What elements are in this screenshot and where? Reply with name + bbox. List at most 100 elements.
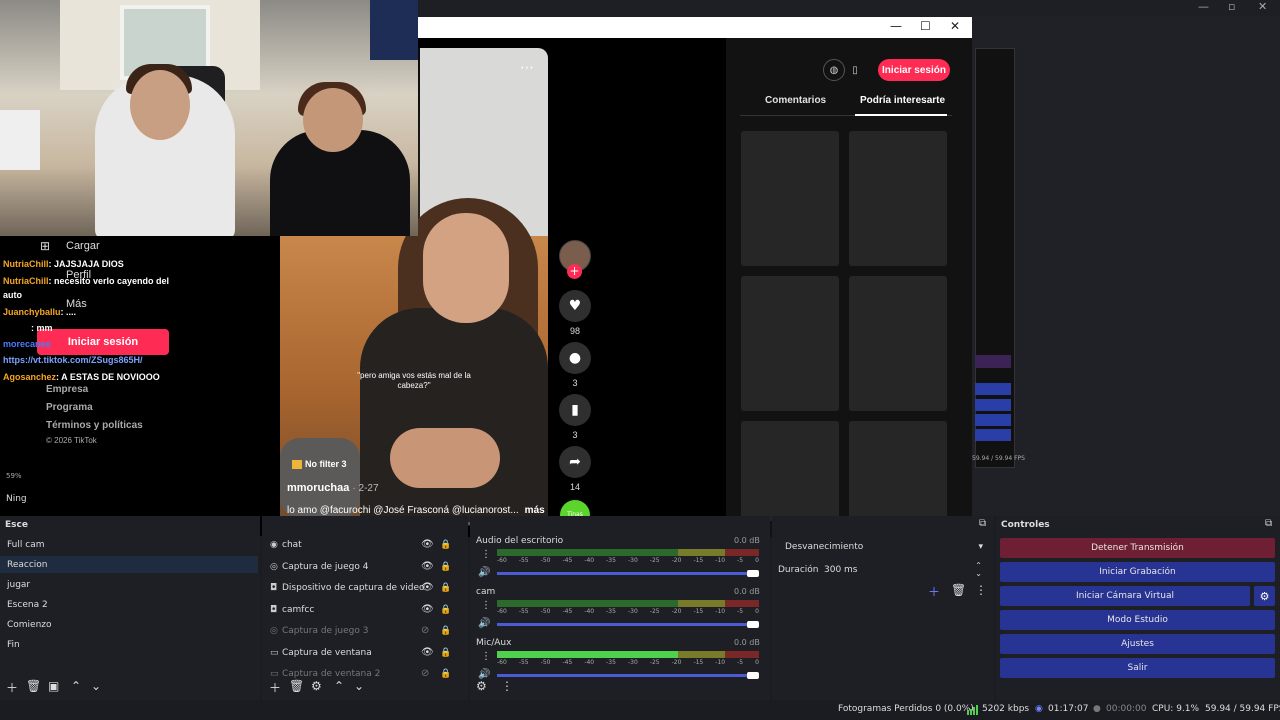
source-item[interactable]: Captura de juego 3 xyxy=(282,626,368,636)
header-login-button[interactable]: Iniciar sesión xyxy=(878,59,950,81)
footer-link-company[interactable]: Empresa xyxy=(46,384,88,395)
control-button[interactable]: Detener Transmisión xyxy=(1000,538,1275,558)
volume-slider-knob[interactable] xyxy=(747,672,759,679)
move-down-icon[interactable]: ⌄ xyxy=(91,679,101,693)
browser-maximize-button[interactable]: ☐ xyxy=(920,19,931,33)
scene-item[interactable]: Escena 2 xyxy=(7,600,48,610)
suggested-video-tile[interactable] xyxy=(849,131,947,266)
lock-icon[interactable]: 🔒 xyxy=(440,562,451,572)
browser-close-button[interactable]: ✕ xyxy=(950,19,960,33)
visibility-eye-icon[interactable]: 👁 xyxy=(421,539,434,550)
control-button[interactable]: Salir xyxy=(1000,658,1275,678)
scene-item[interactable]: jugar xyxy=(7,580,30,590)
visibility-eye-icon[interactable]: 👁 xyxy=(421,604,434,615)
volume-slider[interactable] xyxy=(497,672,759,679)
lock-icon[interactable]: 🔒 xyxy=(440,540,451,550)
source-settings-icon[interactable]: ⚙ xyxy=(311,679,322,693)
channel-menu-icon[interactable]: ⋮ xyxy=(481,600,491,611)
transition-menu-icon[interactable]: ⋮ xyxy=(975,583,987,597)
scene-item[interactable]: Fin xyxy=(7,640,20,650)
chat-username[interactable]: Juanchyballu xyxy=(3,307,61,317)
scene-item[interactable]: Full cam xyxy=(7,540,44,550)
hidden-eye-icon[interactable]: ⊘ xyxy=(421,625,429,636)
control-button[interactable]: Iniciar Cámara Virtual xyxy=(1000,586,1250,606)
share-button[interactable]: ➦ xyxy=(559,446,591,478)
undock-icon[interactable]: ⧉ xyxy=(1265,518,1272,529)
scene-item[interactable]: Comienzo xyxy=(7,620,52,630)
source-item[interactable]: Captura de ventana xyxy=(282,648,372,658)
chat-link[interactable]: https://vt.tiktok.com/ZSugs865H/ xyxy=(3,355,143,365)
channel-menu-icon[interactable]: ⋮ xyxy=(481,651,491,662)
volume-slider-knob[interactable] xyxy=(747,570,759,577)
comment-button[interactable]: ● xyxy=(559,342,591,374)
remove-transition-icon[interactable]: 🗑 xyxy=(951,583,966,597)
channel-menu-icon[interactable]: ⋮ xyxy=(481,549,491,560)
volume-slider[interactable] xyxy=(497,570,759,577)
remove-source-icon[interactable]: 🗑 xyxy=(289,679,304,693)
video-author[interactable]: mmoruchaa · 2-27 xyxy=(287,482,379,494)
control-button[interactable]: Modo Estudio xyxy=(1000,610,1275,630)
source-item[interactable]: Captura de ventana 2 xyxy=(282,669,380,679)
tab-comments[interactable]: Comentarios xyxy=(765,95,826,106)
obs-close-button[interactable]: ✕ xyxy=(1258,0,1267,13)
obs-minimize-button[interactable]: — xyxy=(1198,0,1209,13)
source-item[interactable]: camfcc xyxy=(282,605,314,615)
suggested-video-tile[interactable] xyxy=(849,421,947,521)
source-item[interactable]: Dispositivo de captura de video xyxy=(282,583,425,593)
effect-badge[interactable]: No filter 3 xyxy=(292,459,347,470)
more-link[interactable]: más xyxy=(525,505,545,516)
chat-username[interactable]: NutriaChill xyxy=(3,259,49,269)
coin-icon[interactable]: ◍ xyxy=(823,59,845,81)
video-menu-icon[interactable]: ⋯ xyxy=(520,60,534,76)
obs-maximize-button[interactable]: ▫ xyxy=(1228,0,1235,13)
suggested-video-tile[interactable] xyxy=(741,421,839,521)
lock-icon[interactable]: 🔒 xyxy=(440,669,451,679)
lock-icon[interactable]: 🔒 xyxy=(440,648,451,658)
advanced-audio-icon[interactable]: ⚙ xyxy=(476,679,487,693)
like-button[interactable]: ♥ xyxy=(559,290,591,322)
duration-input[interactable]: 300 ms ⌃ ⌄ xyxy=(818,561,988,580)
volume-slider-knob[interactable] xyxy=(747,621,759,628)
upload-icon[interactable]: ⊞ xyxy=(40,239,50,253)
follow-plus-icon[interactable]: + xyxy=(567,264,582,279)
stepper-icon[interactable]: ⌃ ⌄ xyxy=(975,562,982,578)
control-button[interactable]: Iniciar Grabación xyxy=(1000,562,1275,582)
remove-scene-icon[interactable]: 🗑 xyxy=(26,679,41,693)
visibility-eye-icon[interactable]: 👁 xyxy=(421,582,434,593)
mixer-menu-icon[interactable]: ⋮ xyxy=(501,679,513,693)
volume-slider[interactable] xyxy=(497,621,759,628)
phone-icon[interactable]: ▯ xyxy=(844,59,866,81)
chat-username[interactable]: NutriaChill xyxy=(3,276,49,286)
browser-minimize-button[interactable]: — xyxy=(890,19,902,33)
lock-icon[interactable]: 🔒 xyxy=(440,626,451,636)
transition-select[interactable]: Desvanecimiento ▾ xyxy=(778,538,989,557)
add-scene-icon[interactable]: ＋ xyxy=(6,679,18,696)
lock-icon[interactable]: 🔒 xyxy=(440,605,451,615)
suggested-video-tile[interactable] xyxy=(741,276,839,411)
save-button[interactable]: ▮ xyxy=(559,394,591,426)
chat-username[interactable]: Agosanchez xyxy=(3,372,56,382)
undock-icon[interactable]: ⧉ xyxy=(979,518,986,529)
menu-item-upload[interactable]: Cargar xyxy=(66,240,100,252)
add-transition-icon[interactable]: ＋ xyxy=(928,583,940,600)
footer-link-terms[interactable]: Términos y políticas xyxy=(46,420,143,431)
source-item[interactable]: Captura de juego 4 xyxy=(282,562,368,572)
suggested-video-tile[interactable] xyxy=(849,276,947,411)
scene-filters-icon[interactable]: ▣ xyxy=(48,679,59,693)
suggested-video-tile[interactable] xyxy=(741,131,839,266)
chat-username[interactable]: morecaneo xyxy=(3,339,51,349)
lock-icon[interactable]: 🔒 xyxy=(440,583,451,593)
hidden-eye-icon[interactable]: ⊘ xyxy=(421,668,429,679)
tab-suggested[interactable]: Podría interesarte xyxy=(860,95,945,106)
visibility-eye-icon[interactable]: 👁 xyxy=(421,647,434,658)
visibility-eye-icon[interactable]: 👁 xyxy=(421,561,434,572)
add-source-icon[interactable]: ＋ xyxy=(269,679,281,696)
control-button[interactable]: Ajustes xyxy=(1000,634,1275,654)
move-up-icon[interactable]: ⌃ xyxy=(71,679,81,693)
virtual-camera-settings-gear-icon[interactable]: ⚙ xyxy=(1254,586,1275,606)
speaker-icon[interactable]: 🔊 xyxy=(478,567,490,578)
source-up-icon[interactable]: ⌃ xyxy=(334,679,344,693)
speaker-icon[interactable]: 🔊 xyxy=(478,618,490,629)
scene-item[interactable]: Reaccion xyxy=(7,560,48,570)
source-item[interactable]: chat xyxy=(282,540,302,550)
